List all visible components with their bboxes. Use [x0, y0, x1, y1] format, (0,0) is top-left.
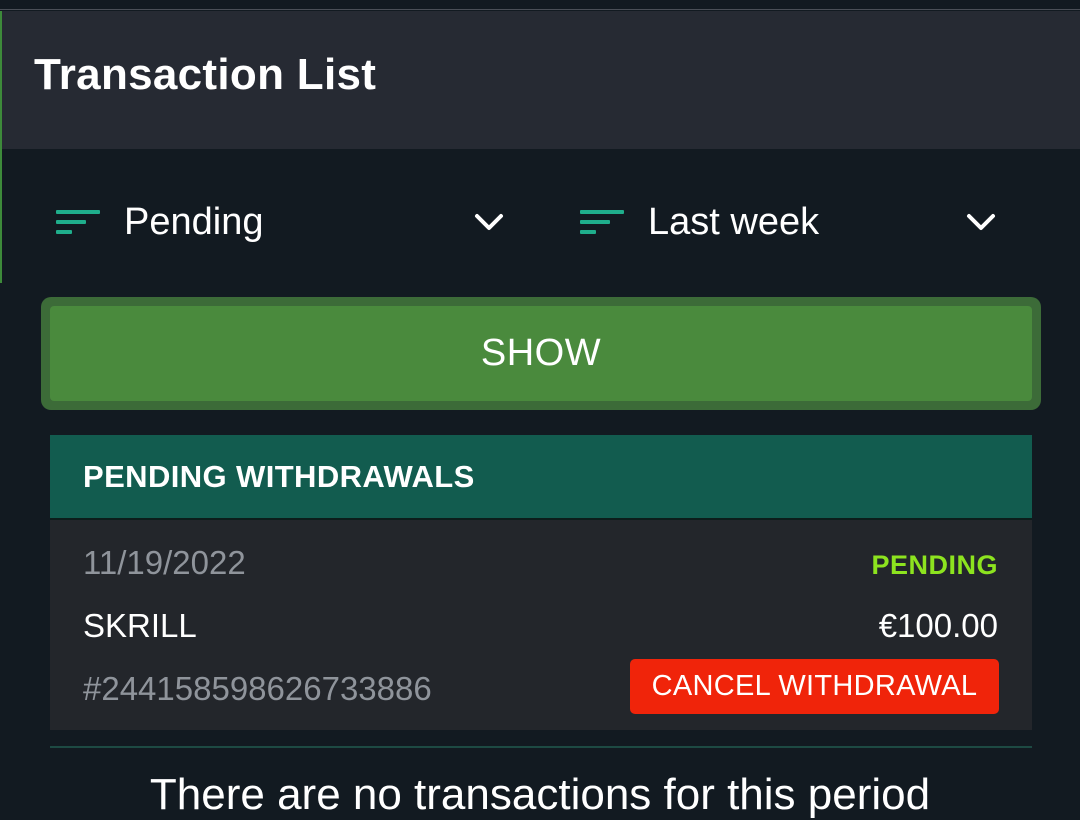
withdrawal-amount: €100.00	[878, 607, 998, 644]
section-divider	[50, 746, 1032, 748]
chevron-down-icon	[966, 207, 996, 237]
page-title: Transaction List	[34, 50, 377, 99]
period-filter-value: Last week	[648, 200, 820, 243]
left-accent-line	[0, 11, 2, 283]
filter-lines-icon	[580, 206, 626, 238]
filter-lines-icon	[56, 206, 102, 238]
transaction-id: #244158598626733886	[83, 670, 432, 707]
status-badge: PENDING	[871, 550, 998, 580]
status-bar-edge	[0, 0, 1080, 10]
cancel-withdrawal-button[interactable]: CANCEL WITHDRAWAL	[630, 659, 999, 714]
pending-withdrawals-heading: PENDING WITHDRAWALS	[50, 435, 1032, 520]
status-filter-dropdown[interactable]: Pending	[56, 190, 504, 254]
withdrawal-date: 11/19/2022	[83, 544, 246, 581]
chevron-down-icon	[474, 207, 504, 237]
payment-method: SKRILL	[83, 607, 197, 644]
show-button-frame: SHOW	[41, 297, 1041, 410]
empty-state-message: There are no transactions for this perio…	[149, 770, 931, 819]
show-button[interactable]: SHOW	[50, 306, 1032, 401]
pending-withdrawals-card: PENDING WITHDRAWALS 11/19/2022 PENDING S…	[50, 435, 1032, 730]
period-filter-dropdown[interactable]: Last week	[580, 190, 996, 254]
status-filter-value: Pending	[124, 200, 264, 243]
